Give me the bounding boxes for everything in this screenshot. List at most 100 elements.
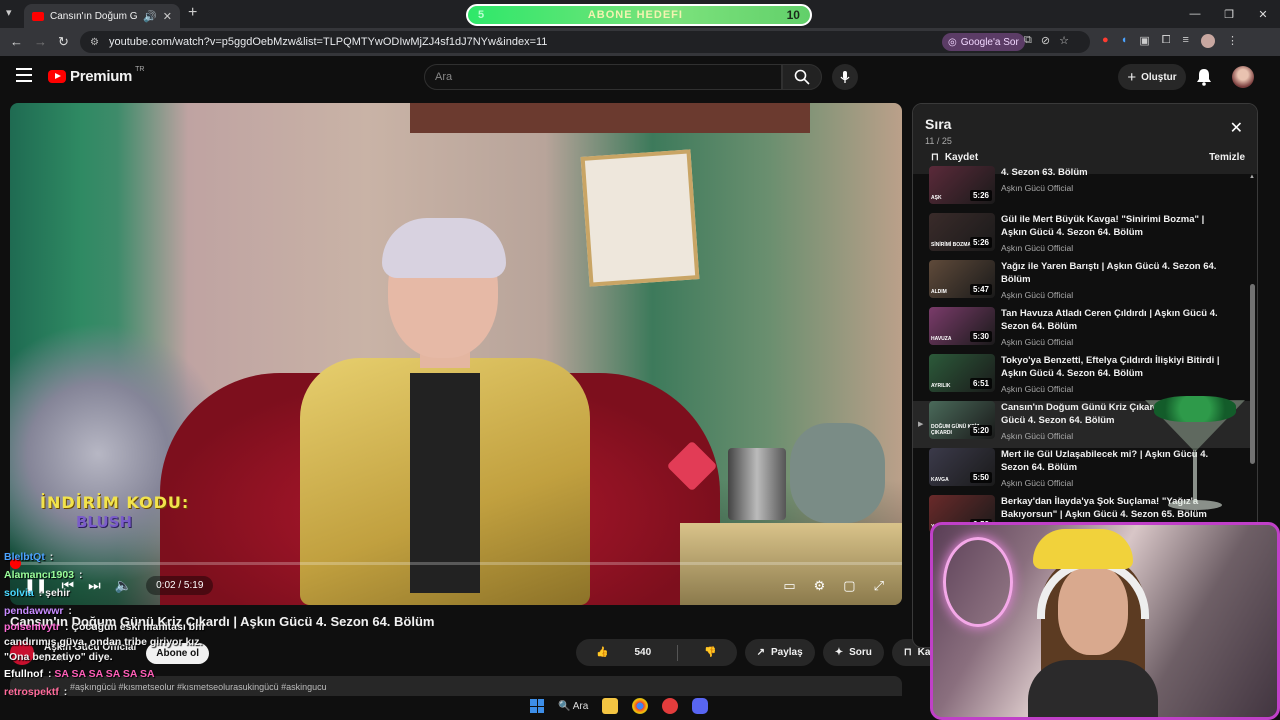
minimize-icon[interactable]: — [1178,0,1212,28]
queue-clear-button[interactable]: Temizle [1209,152,1245,163]
share-icon: ↗ [756,647,765,658]
voice-search-button[interactable] [832,64,858,90]
queue-item-info: Tan Havuza Atladı Ceren Çıldırdı | Aşkın… [1001,307,1221,354]
queue-scroll-thumb[interactable] [1250,284,1255,464]
file-explorer-icon[interactable] [602,698,619,714]
extension-audio-icon[interactable]: ◖ [1121,34,1128,48]
queue-save-button[interactable]: ⊓ Kaydet [931,152,978,163]
create-label: Oluştur [1141,71,1177,83]
like-button[interactable]: 👍 540 [576,639,671,666]
chat-username: solvia [4,587,34,599]
taskbar-search[interactable]: 🔍 Ara [558,701,588,712]
install-app-icon[interactable]: ⧉ [1024,34,1032,47]
queue-item[interactable]: HAVUZA 5:30 Tan Havuza Atladı Ceren Çıldır… [913,307,1251,354]
queue-item-info: Gül ile Mert Büyük Kavga! "Sinirimi Bozm… [1001,213,1221,260]
queue-thumbnail[interactable]: DOĞUM GÜNÜ KRİZ ÇIKARDI 5:20 [929,401,995,439]
queue-item-title[interactable]: Gül ile Mert Büyük Kavga! "Sinirimi Bozm… [1001,213,1221,239]
queue-item[interactable]: AYRILIK 6:51 Tokyo'ya Benzetti, Eftelya Çı… [913,354,1251,401]
extensions-puzzle-icon[interactable]: ⧠ [1162,34,1171,48]
speaker-icon[interactable]: 🔊 [143,10,157,23]
like-count: 540 [634,647,652,658]
queue-item-channel: Aşkın Gücü Official [1001,337,1074,347]
scroll-up-icon[interactable]: ▲ [1249,174,1255,180]
queue-thumbnail[interactable]: HAVUZA 5:30 [929,307,995,345]
queue-item[interactable]: AŞK 5:26 4. Sezon 63. Bölüm Aşkın Gücü Offi… [913,166,1251,213]
tab-close-icon[interactable]: ✕ [163,10,172,23]
chrome-icon[interactable] [632,698,649,714]
plus-icon: + [1127,68,1137,86]
webcam-person-body [1028,660,1158,717]
url-field[interactable]: ⚙ youtube.com/watch?v=p5ggdOebMzw&list=T… [80,31,1090,53]
queue-duration: 5:50 [969,472,992,483]
thumbnail-caption: ALDIM [931,289,947,295]
notifications-bell-icon[interactable] [1196,68,1212,91]
create-button[interactable]: + Oluştur [1118,64,1186,90]
chat-message: Alamancı1903 : [4,566,304,584]
queue-item-title[interactable]: Tokyo'ya Benzetti, Eftelya Çıldırdı İliş… [1001,354,1221,380]
reading-list-icon[interactable]: ≡ [1183,34,1189,48]
queue-item[interactable]: SİNİRİMİ BOZMA 5:26 Gül ile Mert Büyük Kav… [913,213,1251,260]
queue-thumbnail[interactable]: AYRILIK 6:51 [929,354,995,392]
queue-item-info: Tokyo'ya Benzetti, Eftelya Çıldırdı İliş… [1001,354,1221,401]
subtitles-icon[interactable]: ▭ [783,578,795,594]
tab-search-icon[interactable]: ▾ [6,6,12,19]
dislike-button[interactable]: 👎 [684,639,736,666]
ask-button[interactable]: ✦ Soru [822,639,884,666]
youtube-play-icon [48,70,66,83]
queue-item[interactable]: ALDIM 5:47 Yağız ile Yaren Barıştı | Aşkın… [913,260,1251,307]
url-action-icons: ⧉ ⊘ ☆ [1024,34,1069,47]
queue-duration: 5:47 [969,284,992,295]
close-window-icon[interactable]: ✕ [1246,0,1280,28]
back-icon[interactable]: ← [10,34,23,49]
browser-tab[interactable]: Cansın'ın Doğum Günü Kriz Çıkardı | Aşkı… [24,4,180,28]
video-player[interactable]: İNDİRİM KODU: BLUSH ❚❚ ⏮ ⏭ 🔈 0:02 / 5:19… [10,103,902,605]
webcam-plush-hat [1033,529,1133,569]
queue-thumbnail[interactable]: KAVGA 5:50 [929,448,995,486]
chat-username: poisenlvytr [4,621,61,633]
fullscreen-icon[interactable]: ⤢ [874,578,884,594]
thumbnail-caption: KAVGA [931,477,949,483]
queue-thumbnail[interactable]: AŞK 5:26 [929,166,995,204]
obs-icon[interactable] [662,698,679,714]
browser-menu-icon[interactable]: ⋮ [1227,34,1238,48]
search-button[interactable] [782,64,822,90]
youtube-header: Premium TR Ara + Oluştur [0,56,1280,98]
search-input[interactable]: Ara [424,64,782,90]
bookmark-star-icon[interactable]: ☆ [1059,34,1069,47]
stream-chat-overlay: BlelbtQt : Alamancı1903 : solvia : şehir… [4,548,304,701]
browser-profile-avatar[interactable] [1200,34,1215,48]
windows-start-icon[interactable] [530,699,544,713]
chat-message: solvia : şehir [4,584,304,602]
queue-item-title[interactable]: Tan Havuza Atladı Ceren Çıldırdı | Aşkın… [1001,307,1221,333]
thumbs-up-icon: 👍 [596,647,609,658]
share-button[interactable]: ↗ Paylaş [744,639,815,666]
hide-icon[interactable]: ⊘ [1041,34,1050,47]
queue-duration: 5:26 [969,190,992,201]
queue-close-icon[interactable]: ✕ [1230,118,1243,138]
menu-hamburger-icon[interactable] [16,68,32,82]
window-controls: — ❐ ✕ [1178,0,1280,28]
discord-icon[interactable] [692,698,709,714]
site-info-icon[interactable]: ⚙ [90,37,99,48]
youtube-logo[interactable]: Premium TR [48,66,144,85]
queue-item-title[interactable]: Yağız ile Yaren Barıştı | Aşkın Gücü 4. … [1001,260,1221,286]
windows-taskbar: 🔍 Ara [530,692,750,720]
settings-gear-icon[interactable]: ⚙ [814,578,826,594]
thumbnail-caption: SİNİRİMİ BOZMA [931,242,971,248]
webcam-overlay [930,522,1280,720]
scene-mug [728,448,786,520]
account-avatar[interactable] [1232,66,1254,88]
extension-dark-icon[interactable]: ▣ [1139,34,1149,48]
google-ask-button[interactable]: ◎ Google'a Sor [942,33,1025,51]
extension-red-icon[interactable]: ● [1102,34,1109,48]
forward-icon[interactable]: → [34,34,47,49]
restore-icon[interactable]: ❐ [1212,0,1246,28]
now-playing-icon: ▶ [918,421,924,428]
subscriber-goal-bar: 5 ABONE HEDEFI 10 [466,4,812,26]
queue-item-title[interactable]: 4. Sezon 63. Bölüm [1001,166,1221,179]
reload-icon[interactable]: ↻ [58,34,69,50]
queue-thumbnail[interactable]: ALDIM 5:47 [929,260,995,298]
queue-thumbnail[interactable]: SİNİRİMİ BOZMA 5:26 [929,213,995,251]
new-tab-button[interactable]: + [188,4,197,22]
theater-mode-icon[interactable]: ▢ [843,578,855,594]
